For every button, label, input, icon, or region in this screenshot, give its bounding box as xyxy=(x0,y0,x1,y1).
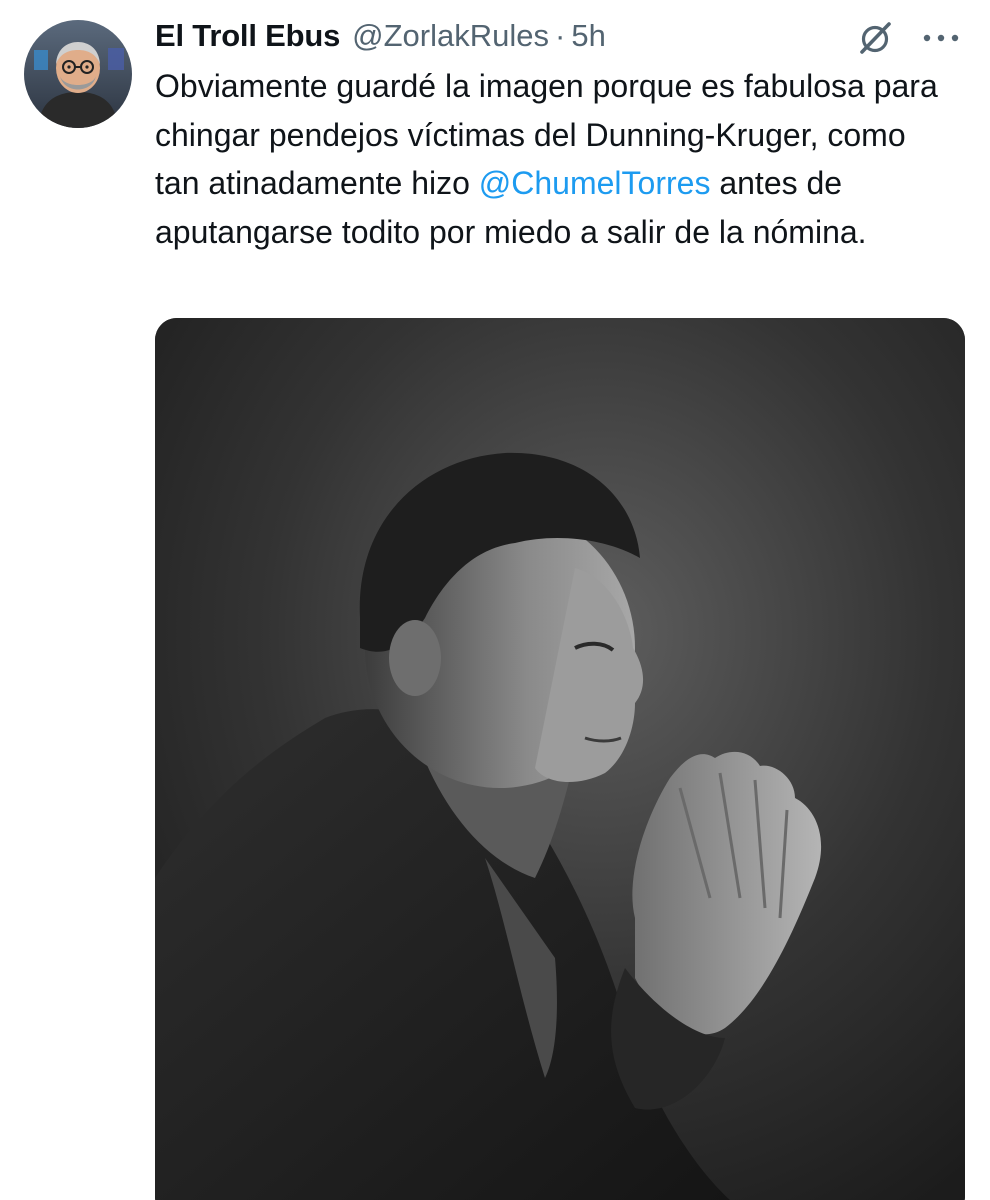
header-separator: · xyxy=(555,18,566,53)
grok-icon[interactable] xyxy=(855,18,895,58)
display-name[interactable]: El Troll Ebus xyxy=(155,18,340,54)
more-options-icon[interactable] xyxy=(918,20,964,56)
tweet-text: Obviamente guardé la imagen porque es fa… xyxy=(155,62,945,256)
user-handle[interactable]: @ZorlakRules xyxy=(352,18,549,54)
tweet-header: El Troll Ebus @ZorlakRules · 5h xyxy=(155,14,606,58)
mention-link[interactable]: @ChumelTorres xyxy=(479,165,711,201)
user-avatar[interactable] xyxy=(24,20,132,128)
tweet-media-photo[interactable] xyxy=(155,318,965,1200)
tweet-timestamp[interactable]: 5h xyxy=(571,18,605,54)
tweet: El Troll Ebus @ZorlakRules · 5h Obviamen… xyxy=(0,0,990,1200)
